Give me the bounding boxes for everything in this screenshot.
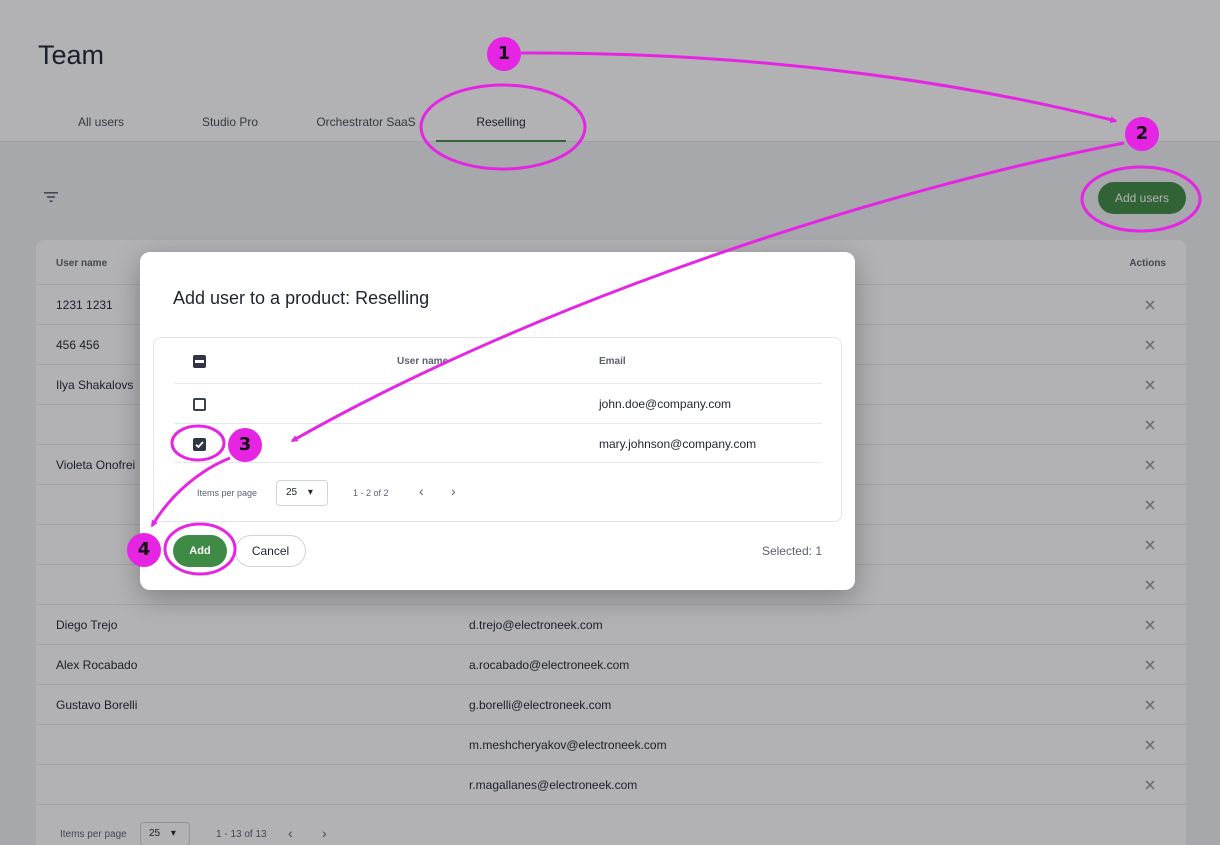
highlight-reselling-tab xyxy=(419,83,587,171)
arrow-3-to-4 xyxy=(150,456,231,528)
highlight-checkbox xyxy=(170,424,226,462)
arrow-1-to-2 xyxy=(520,51,1118,124)
step-badge: 2 xyxy=(1125,117,1159,151)
annotation-overlay xyxy=(150,51,1202,576)
highlight-add-users-button xyxy=(1080,165,1202,233)
highlight-add-button xyxy=(163,522,237,576)
step-badge: 1 xyxy=(487,37,521,71)
step-badge: 4 xyxy=(127,533,161,567)
step-badge: 3 xyxy=(228,428,262,462)
arrow-2-to-3 xyxy=(290,141,1125,443)
